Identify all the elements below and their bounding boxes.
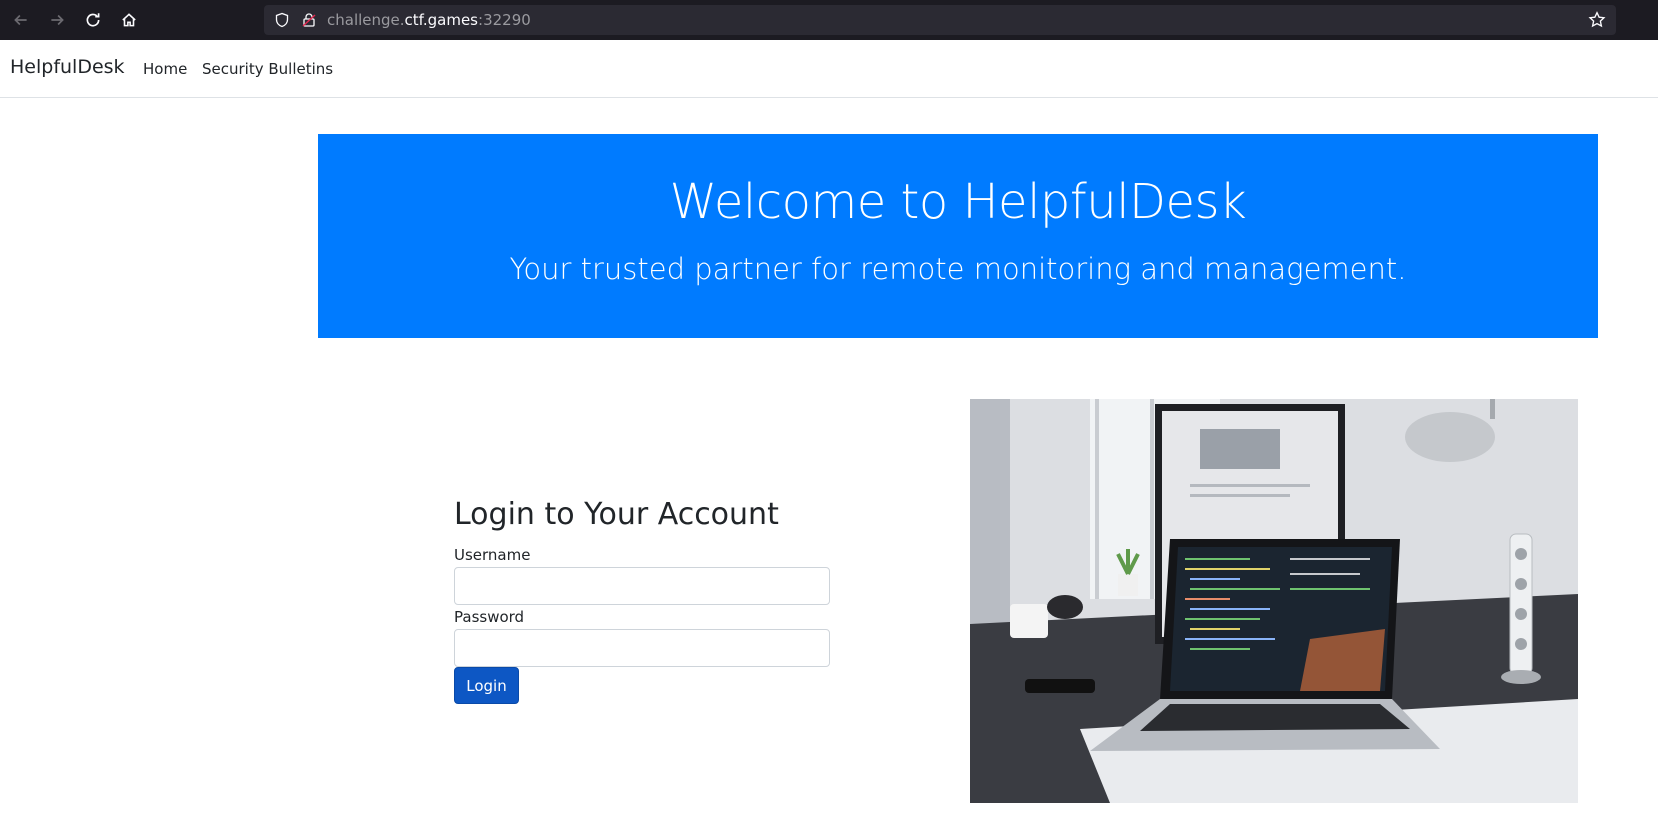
hero-subtitle: Your trusted partner for remote monitori… xyxy=(509,252,1407,286)
bookmark-star-icon[interactable] xyxy=(1588,11,1606,29)
forward-icon[interactable] xyxy=(45,8,69,32)
browser-toolbar: challenge.ctf.games:32290 xyxy=(0,0,1658,40)
address-bar[interactable]: challenge.ctf.games:32290 xyxy=(264,5,1616,35)
hero-banner: Welcome to HelpfulDesk Your trusted part… xyxy=(318,134,1598,338)
laptop-desk-image xyxy=(970,399,1578,803)
username-input[interactable] xyxy=(454,567,830,605)
back-icon[interactable] xyxy=(9,8,33,32)
site-navbar: HelpfulDesk Home Security Bulletins xyxy=(0,40,1658,98)
login-title: Login to Your Account xyxy=(454,497,779,532)
url-port: :32290 xyxy=(478,11,531,29)
shield-icon[interactable] xyxy=(274,12,290,28)
hero-title: Welcome to HelpfulDesk xyxy=(669,174,1247,230)
password-label: Password xyxy=(454,608,525,626)
url-prefix: challenge. xyxy=(327,11,405,29)
nav-home-link[interactable]: Home xyxy=(143,60,187,78)
url-host: ctf.games xyxy=(404,11,479,29)
password-input[interactable] xyxy=(454,629,830,667)
insecure-lock-icon[interactable] xyxy=(301,12,317,28)
home-icon[interactable] xyxy=(117,8,141,32)
login-button[interactable]: Login xyxy=(454,667,519,704)
nav-security-bulletins-link[interactable]: Security Bulletins xyxy=(202,60,333,78)
username-label: Username xyxy=(454,546,531,564)
url-text[interactable]: challenge.ctf.games:32290 xyxy=(327,11,531,29)
reload-icon[interactable] xyxy=(81,8,105,32)
brand-link[interactable]: HelpfulDesk xyxy=(10,56,125,78)
